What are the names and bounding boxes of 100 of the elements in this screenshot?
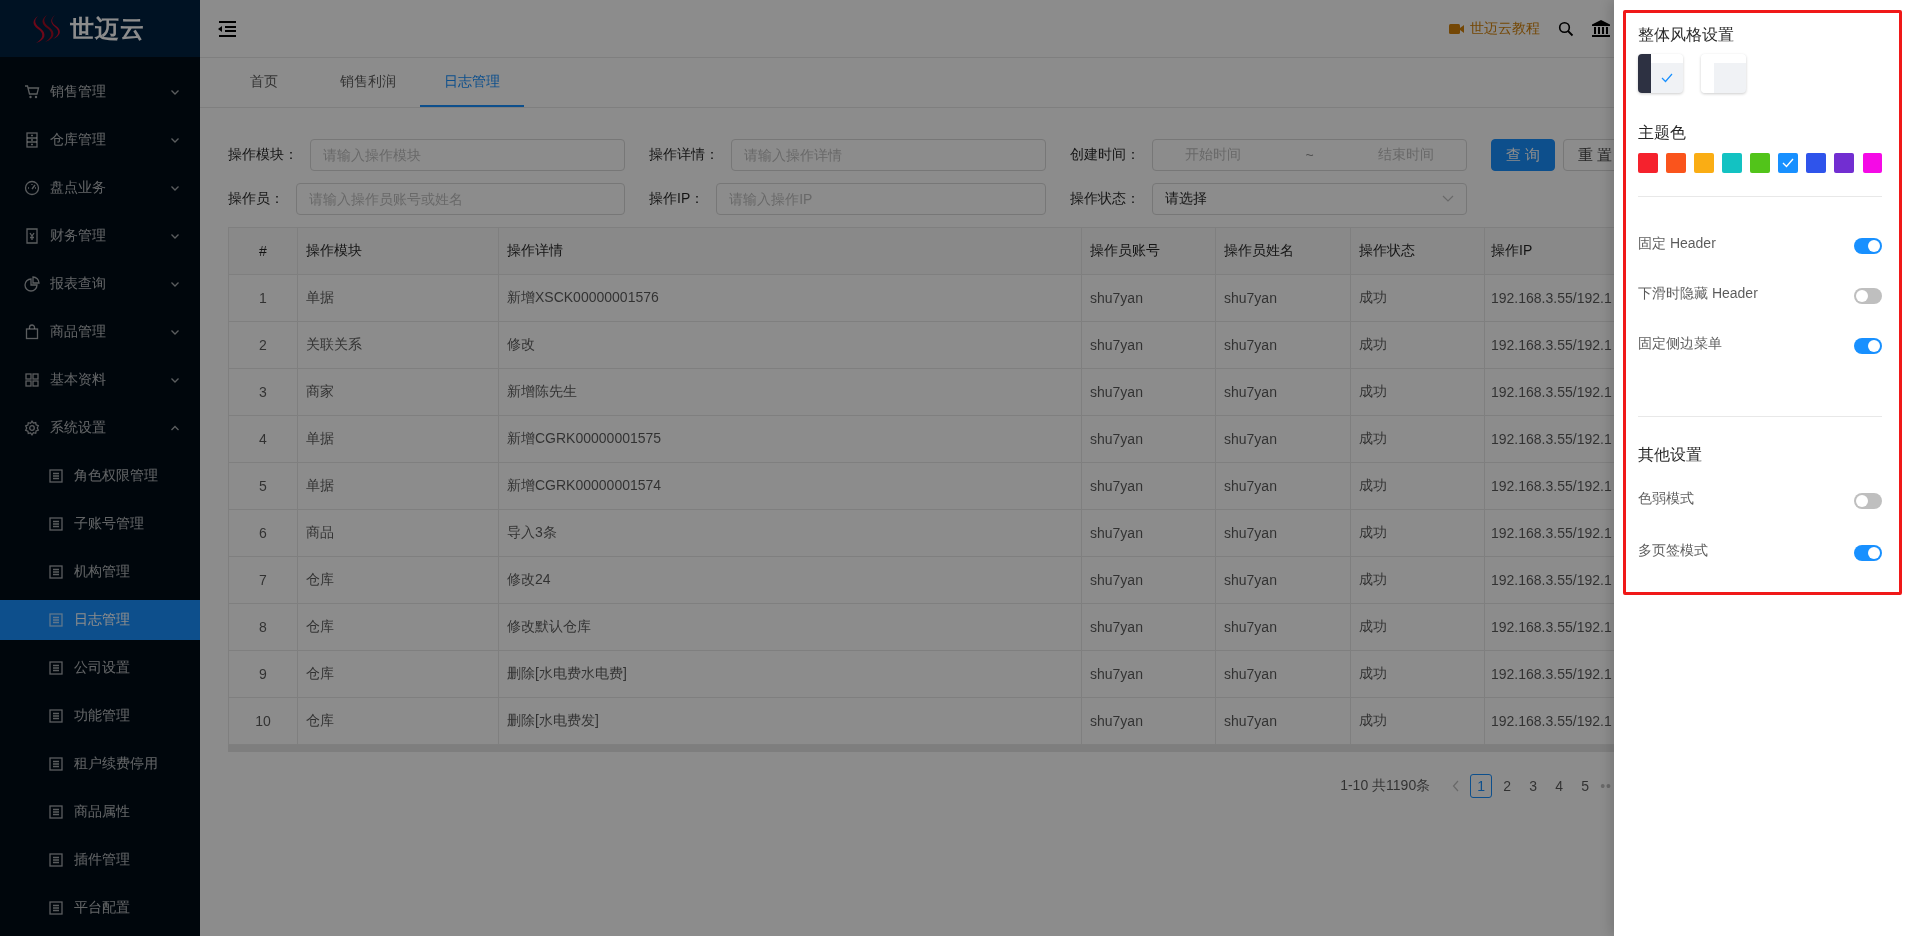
toggle-switch[interactable] <box>1854 238 1882 254</box>
menu-label: 功能管理 <box>74 707 131 725</box>
color-swatch[interactable] <box>1722 153 1742 173</box>
table-cell: 10 <box>228 697 298 745</box>
table-cell: 7 <box>228 556 298 604</box>
table-cell: shu7yan <box>1215 509 1351 557</box>
toggle-switch[interactable] <box>1854 545 1882 561</box>
check-icon <box>1782 158 1795 168</box>
table-cell: 成功 <box>1350 368 1485 416</box>
table-cell: 商家 <box>297 368 499 416</box>
toggle-switch[interactable] <box>1854 493 1882 509</box>
submenu-item[interactable]: 公司设置 <box>0 648 200 688</box>
page-link[interactable]: 2 <box>1496 774 1519 798</box>
table-cell: 成功 <box>1350 274 1485 322</box>
table-cell: 单据 <box>297 462 499 510</box>
toggle-switch[interactable] <box>1854 338 1882 354</box>
table-cell: 仓库 <box>297 650 499 698</box>
tutorial-link[interactable]: 世迈云教程 <box>1449 19 1540 38</box>
color-swatch[interactable] <box>1806 153 1826 173</box>
table-cell: 9 <box>228 650 298 698</box>
table-cell: 导入3条 <box>498 509 1082 557</box>
color-swatch[interactable] <box>1694 153 1714 173</box>
menu-label: 机构管理 <box>74 563 131 581</box>
color-swatch[interactable] <box>1666 153 1686 173</box>
table-cell: 成功 <box>1350 321 1485 369</box>
table-cell: 3 <box>228 368 298 416</box>
table-cell: shu7yan <box>1081 556 1216 604</box>
table-cell: shu7yan <box>1215 697 1351 745</box>
table-cell: shu7yan <box>1215 462 1351 510</box>
submenu-item[interactable]: 插件管理 <box>0 840 200 880</box>
page-link[interactable]: 4 <box>1548 774 1571 798</box>
table-cell: 成功 <box>1350 415 1485 463</box>
table-cell: 新增陈先生 <box>498 368 1082 416</box>
color-swatch[interactable] <box>1834 153 1854 173</box>
table-cell: 成功 <box>1350 556 1485 604</box>
tab[interactable]: 首页 <box>212 58 316 107</box>
table-cell: shu7yan <box>1081 697 1216 745</box>
submenu-item[interactable]: 功能管理 <box>0 696 200 736</box>
previous-page-icon[interactable] <box>1452 780 1461 792</box>
table-cell: 关联关系 <box>297 321 499 369</box>
table-cell: 6 <box>228 509 298 557</box>
submenu-item[interactable]: 商品属性 <box>0 792 200 832</box>
menu-item[interactable]: 销售管理 <box>0 72 200 112</box>
table-cell: 单据 <box>297 274 499 322</box>
submenu-item[interactable]: 租户续费停用 <box>0 744 200 784</box>
page-link[interactable]: 5 <box>1574 774 1597 798</box>
submenu-item[interactable]: 角色权限管理 <box>0 456 200 496</box>
menu-item[interactable]: 基本资料 <box>0 360 200 400</box>
menu-label: 销售管理 <box>50 83 107 101</box>
field-label: 操作模块： <box>228 146 298 164</box>
section-title: 整体风格设置 <box>1638 25 1735 45</box>
submenu-item[interactable]: 平台配置 <box>0 888 200 928</box>
table-cell: 仓库 <box>297 603 499 651</box>
menu-item[interactable]: 报表查询 <box>0 264 200 304</box>
toggle-switch[interactable] <box>1854 288 1882 304</box>
submenu-item[interactable]: 机构管理 <box>0 552 200 592</box>
search-button[interactable]: 查 询 <box>1491 139 1555 171</box>
table-cell: shu7yan <box>1215 603 1351 651</box>
menu-fold-icon[interactable] <box>217 19 237 38</box>
table-cell: 修改默认仓库 <box>498 603 1082 651</box>
menu-item[interactable]: 商品管理 <box>0 312 200 352</box>
color-swatch[interactable] <box>1750 153 1770 173</box>
table-cell: 新增CGRK00000001574 <box>498 462 1082 510</box>
table-cell: shu7yan <box>1081 603 1216 651</box>
column-header: # <box>228 227 298 275</box>
color-swatch[interactable] <box>1638 153 1658 173</box>
table-cell: 新增XSCK00000001576 <box>498 274 1082 322</box>
tab[interactable]: 销售利润 <box>316 58 420 107</box>
menu-item[interactable]: 财务管理 <box>0 216 200 256</box>
column-header: 操作状态 <box>1350 227 1485 275</box>
color-swatch[interactable] <box>1778 153 1798 173</box>
table-cell: 4 <box>228 415 298 463</box>
table-cell: shu7yan <box>1215 368 1351 416</box>
menu-label: 仓库管理 <box>50 131 107 149</box>
logo-text: 世迈云 <box>70 13 145 44</box>
table-cell: 仓库 <box>297 556 499 604</box>
menu-label: 商品管理 <box>50 323 107 341</box>
table-cell: 新增CGRK00000001575 <box>498 415 1082 463</box>
table-cell: 成功 <box>1350 650 1485 698</box>
menu-label: 系统设置 <box>50 419 107 437</box>
color-swatch[interactable] <box>1862 153 1883 173</box>
submenu-item[interactable]: 日志管理 <box>0 600 200 640</box>
field-label: 操作员： <box>228 190 284 208</box>
bank-icon[interactable] <box>1592 20 1610 37</box>
section-title: 主题色 <box>1638 123 1687 143</box>
table-cell: 5 <box>228 462 298 510</box>
page-link[interactable]: 1 <box>1470 774 1493 798</box>
table-cell: shu7yan <box>1081 368 1216 416</box>
page-link[interactable]: 3 <box>1522 774 1545 798</box>
table-cell: 2 <box>228 321 298 369</box>
menu-item[interactable]: 盘点业务 <box>0 168 200 208</box>
menu-label: 租户续费停用 <box>74 755 159 773</box>
menu-item[interactable]: 仓库管理 <box>0 120 200 160</box>
menu-item[interactable]: 系统设置 <box>0 408 200 448</box>
submenu-item[interactable]: 子账号管理 <box>0 504 200 544</box>
style-option[interactable] <box>1638 54 1683 93</box>
table-cell: 修改24 <box>498 556 1082 604</box>
table-cell: 单据 <box>297 415 499 463</box>
select-field[interactable]: 请选择 <box>1152 183 1467 215</box>
search-icon[interactable] <box>1558 20 1574 37</box>
